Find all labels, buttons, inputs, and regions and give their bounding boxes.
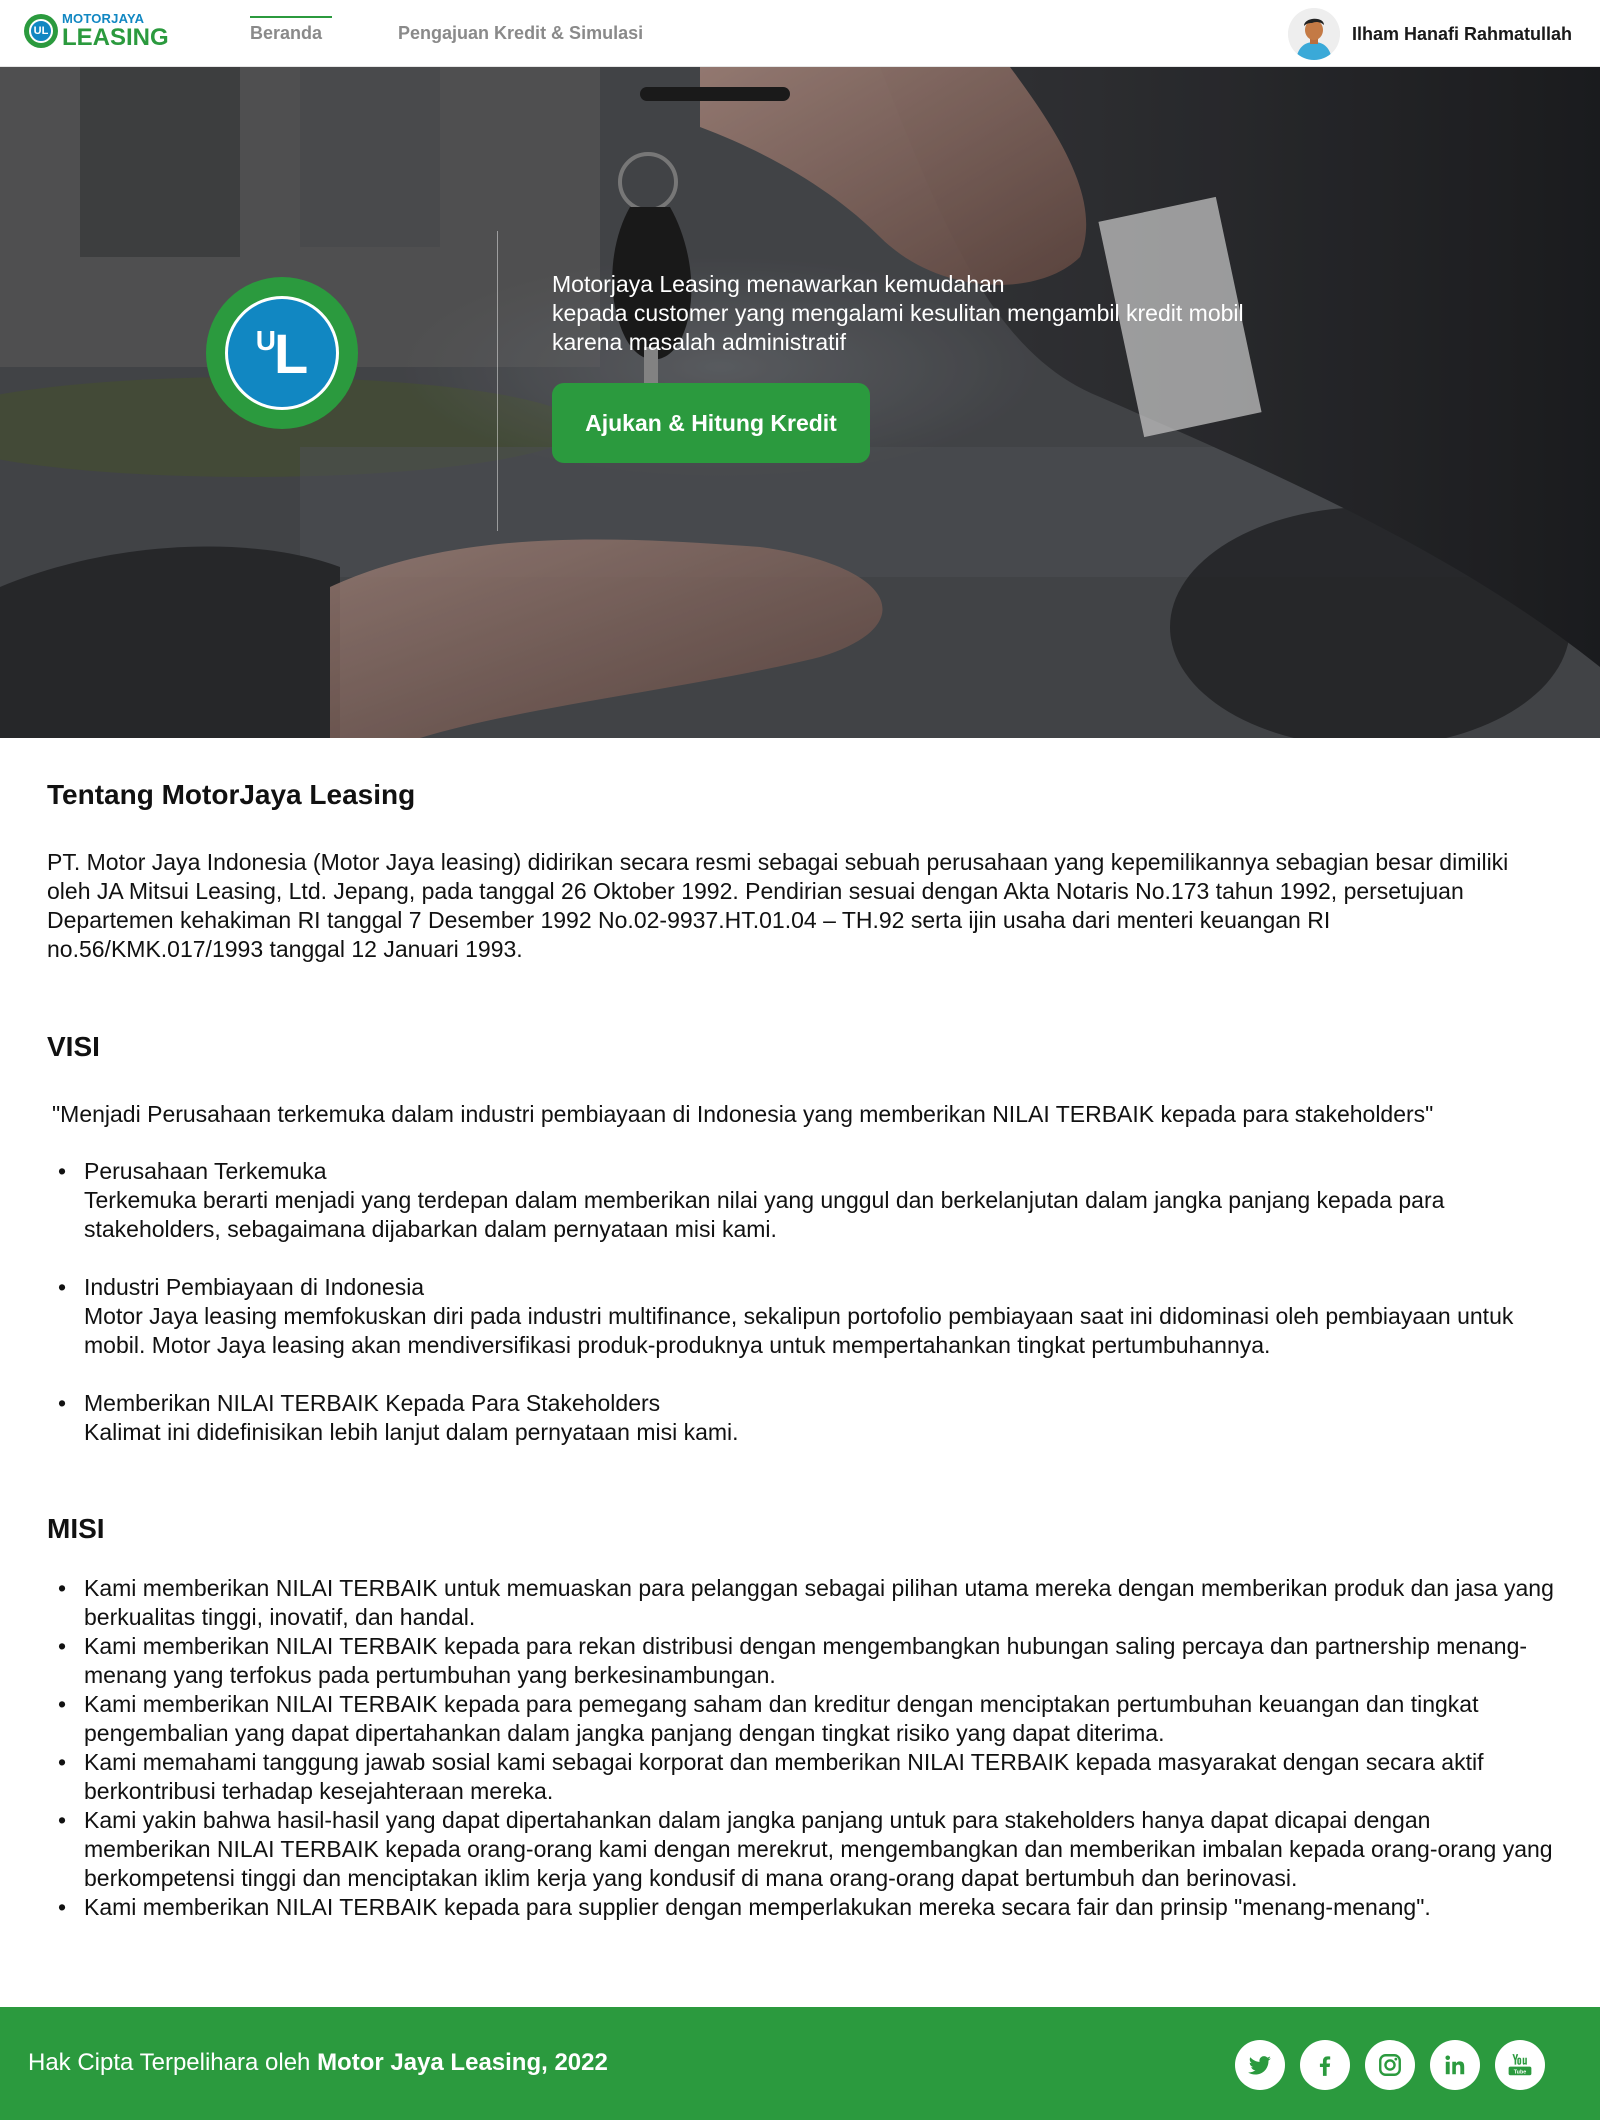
facebook-icon[interactable] <box>1300 2040 1350 2090</box>
list-item: Kami memberikan NILAI TERBAIK kepada par… <box>47 1690 1557 1748</box>
list-item: Kami memberikan NILAI TERBAIK kepada par… <box>47 1632 1557 1690</box>
footer: Hak Cipta Terpelihara oleh Motor Jaya Le… <box>0 2007 1600 2120</box>
user-name: Ilham Hanafi Rahmatullah <box>1351 23 1572 44</box>
visi-item-desc: Motor Jaya leasing memfokuskan diri pada… <box>84 1303 1514 1358</box>
twitter-icon[interactable] <box>1235 2040 1285 2090</box>
about-title: Tentang MotorJaya Leasing <box>47 779 416 810</box>
hero-tagline: Motorjaya Leasing menawarkan kemudahan k… <box>552 270 1372 357</box>
visi-item-desc: Terkemuka berarti menjadi yang terdepan … <box>84 1187 1445 1242</box>
main-nav: Beranda Pengajuan Kredit & Simulasi <box>250 0 719 67</box>
linkedin-icon[interactable] <box>1430 2040 1480 2090</box>
copyright-owner: Motor Jaya Leasing, 2022 <box>317 2049 608 2076</box>
user-menu[interactable]: Ilham Hanafi Rahmatullah <box>1287 8 1572 60</box>
copyright-prefix: Hak Cipta Terpelihara oleh <box>28 2049 318 2076</box>
hero-tagline-line: karena masalah administratif <box>552 329 847 355</box>
user-avatar-icon[interactable] <box>1287 8 1340 60</box>
hero-tagline-line: kepada customer yang mengalami kesulitan… <box>552 300 1244 326</box>
nav-item-beranda[interactable]: Beranda <box>250 0 333 67</box>
svg-text:Tube: Tube <box>1514 2070 1527 2076</box>
visi-item-desc: Kalimat ini didefinisikan lebih lanjut d… <box>84 1419 739 1445</box>
social-links: Tube <box>1220 2040 1545 2090</box>
misi-list: Kami memberikan NILAI TERBAIK untuk memu… <box>47 1574 1557 1922</box>
brand-mark-icon: UL <box>24 14 58 48</box>
list-item: Memberikan NILAI TERBAIK Kepada Para Sta… <box>47 1389 1547 1447</box>
instagram-icon[interactable] <box>1365 2040 1415 2090</box>
brand-logo[interactable]: UL MOTORJAYA LEASING <box>24 12 169 50</box>
list-item: Kami yakin bahwa hasil-hasil yang dapat … <box>47 1806 1557 1893</box>
copyright: Hak Cipta Terpelihara oleh Motor Jaya Le… <box>28 2049 608 2077</box>
visi-item-heading: Industri Pembiayaan di Indonesia <box>84 1274 425 1300</box>
visi-title: VISI <box>47 1031 100 1062</box>
visi-item-heading: Memberikan NILAI TERBAIK Kepada Para Sta… <box>84 1390 661 1416</box>
visi-item-heading: Perusahaan Terkemuka <box>84 1158 327 1184</box>
hero-divider <box>497 231 498 531</box>
nav-item-pengajuan-kredit[interactable]: Pengajuan Kredit & Simulasi <box>398 0 643 67</box>
hero-banner: U L Motorjaya Leasing menawarkan kemudah… <box>0 67 1600 738</box>
list-item: Kami memahami tanggung jawab sosial kami… <box>47 1748 1557 1806</box>
brand-mark-text: UL <box>29 19 53 43</box>
visi-quote: "Menjadi Perusahaan terkemuka dalam indu… <box>52 1101 1434 1127</box>
list-item: Perusahaan Terkemuka Terkemuka berarti m… <box>47 1157 1547 1244</box>
visi-list: Perusahaan Terkemuka Terkemuka berarti m… <box>47 1157 1547 1476</box>
list-item: Industri Pembiayaan di Indonesia Motor J… <box>47 1273 1547 1360</box>
brand-name-bottom: LEASING <box>62 24 169 51</box>
top-navbar: UL MOTORJAYA LEASING Beranda Pengajuan K… <box>0 0 1600 67</box>
hero-logo-u: U <box>255 325 276 356</box>
list-item: Kami memberikan NILAI TERBAIK kepada par… <box>47 1893 1557 1922</box>
misi-title: MISI <box>47 1513 105 1544</box>
hero-tagline-line: Motorjaya Leasing menawarkan kemudahan <box>552 271 1005 297</box>
apply-credit-button[interactable]: Ajukan & Hitung Kredit <box>552 383 870 463</box>
hero-logo-l: L <box>274 321 309 385</box>
about-text: PT. Motor Jaya Indonesia (Motor Jaya lea… <box>47 849 1509 962</box>
youtube-icon[interactable]: Tube <box>1495 2040 1545 2090</box>
hero-logo: U L <box>206 277 358 429</box>
list-item: Kami memberikan NILAI TERBAIK untuk memu… <box>47 1574 1557 1632</box>
